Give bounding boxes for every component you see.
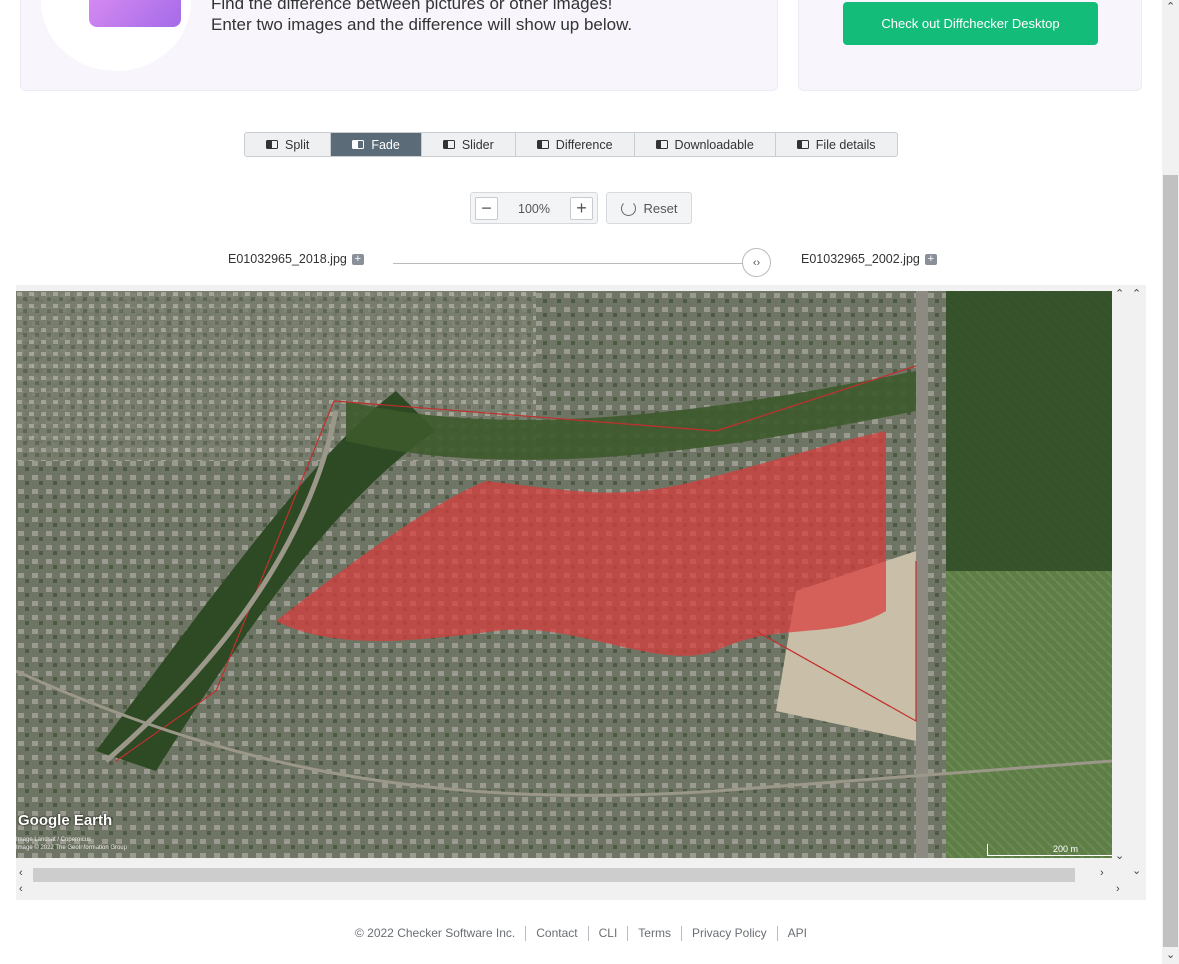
scroll-left-icon[interactable]: ‹: [19, 867, 23, 879]
intro-text: Find the difference between pictures or …: [211, 0, 632, 35]
tab-label: Downloadable: [674, 137, 754, 152]
image-vertical-scroll[interactable]: ⌃ ⌃ ⌄ ⌄: [1112, 285, 1146, 877]
tab-label: Split: [285, 137, 310, 152]
left-file-name: E01032965_2018.jpg: [228, 252, 347, 266]
horizontal-scroll-thumb[interactable]: [33, 868, 1075, 882]
file-details-icon: [796, 140, 809, 149]
reset-icon: [620, 200, 636, 216]
footer-link-terms[interactable]: Terms: [628, 926, 682, 941]
footer-link-cli[interactable]: CLI: [589, 926, 629, 941]
scroll-down-icon[interactable]: ⌄: [1115, 849, 1124, 862]
tab-slider[interactable]: Slider: [422, 133, 516, 156]
download-icon: [655, 140, 668, 149]
footer: © 2022 Checker Software Inc. Contact CLI…: [0, 926, 1162, 941]
image-horizontal-scroll[interactable]: ‹ ›: [16, 865, 1112, 883]
zoom-level: 100%: [518, 202, 550, 216]
fade-slider-handle[interactable]: ‹›: [742, 248, 771, 277]
intro-card: Find the difference between pictures or …: [20, 0, 778, 91]
left-file-label: E01032965_2018.jpg +: [228, 252, 364, 266]
tab-file-details[interactable]: File details: [776, 133, 897, 156]
google-earth-logo: Google Earth: [18, 812, 113, 829]
scroll-up-icon[interactable]: ⌃: [1166, 0, 1175, 13]
tab-difference[interactable]: Difference: [516, 133, 635, 156]
reset-zoom-button[interactable]: Reset: [606, 192, 692, 224]
add-image-icon[interactable]: +: [351, 253, 364, 265]
picture-icon: [89, 0, 181, 27]
slider-icon: [442, 140, 455, 149]
zoom-out-button[interactable]: −: [475, 197, 498, 220]
footer-link-contact[interactable]: Contact: [526, 926, 589, 941]
scroll-up-icon[interactable]: ⌃: [1132, 287, 1141, 300]
outer-horizontal-scroll[interactable]: ‹ ›: [16, 883, 1146, 897]
scroll-down-icon[interactable]: ⌄: [1132, 864, 1141, 877]
fade-icon: [352, 140, 365, 149]
tab-split[interactable]: Split: [245, 133, 332, 156]
tab-label: Slider: [461, 137, 494, 152]
scroll-down-icon[interactable]: ⌄: [1166, 948, 1175, 961]
copyright: © 2022 Checker Software Inc.: [345, 926, 527, 941]
credit-line-1: Image Landsat / Copernicus: [16, 837, 92, 843]
image-illustration: [41, 0, 191, 71]
tab-label: File details: [815, 137, 876, 152]
diffchecker-desktop-button[interactable]: Check out Diffchecker Desktop: [843, 2, 1098, 45]
tab-fade[interactable]: Fade: [331, 133, 422, 156]
map-scale: 200 m: [987, 844, 1112, 856]
intro-line-2: Enter two images and the difference will…: [211, 15, 633, 34]
footer-link-api[interactable]: API: [778, 926, 817, 941]
credit-line-2: Image © 2022 The GeoInformation Group: [16, 845, 128, 851]
scroll-right-icon[interactable]: ›: [1116, 883, 1120, 895]
right-file-name: E01032965_2002.jpg: [801, 252, 920, 266]
fade-slider-track[interactable]: [393, 263, 771, 264]
zoom-control: − 100% +: [470, 192, 598, 224]
tab-label: Difference: [555, 137, 613, 152]
image-viewer: Google Earth Image Landsat / Copernicus …: [16, 285, 1146, 900]
difference-icon: [536, 140, 549, 149]
scroll-left-icon[interactable]: ‹: [19, 883, 23, 895]
reset-label: Reset: [643, 200, 678, 216]
intro-line-1: Find the difference between pictures or …: [211, 0, 613, 13]
split-icon: [266, 140, 278, 149]
scroll-up-icon[interactable]: ⌃: [1115, 287, 1124, 300]
add-image-icon[interactable]: +: [924, 253, 937, 265]
satellite-image-drawing: [16, 291, 1112, 858]
page: Find the difference between pictures or …: [0, 0, 1179, 964]
tab-label: Fade: [371, 137, 400, 152]
right-file-label: E01032965_2002.jpg +: [801, 252, 937, 266]
page-scrollbar[interactable]: ⌃ ⌄: [1162, 0, 1179, 964]
desktop-promo-card: Check out Diffchecker Desktop: [798, 0, 1142, 91]
imagery-credit: Image Landsat / Copernicus Image © 2022 …: [16, 836, 127, 852]
tab-downloadable[interactable]: Downloadable: [635, 133, 776, 156]
scroll-right-icon[interactable]: ›: [1100, 867, 1104, 879]
page-scroll-thumb[interactable]: [1163, 175, 1178, 947]
footer-link-privacy[interactable]: Privacy Policy: [682, 926, 778, 941]
zoom-in-button[interactable]: +: [570, 197, 593, 220]
satellite-image[interactable]: Google Earth Image Landsat / Copernicus …: [16, 291, 1112, 858]
view-mode-tabs: Split Fade Slider Difference Downloadabl…: [244, 132, 898, 157]
